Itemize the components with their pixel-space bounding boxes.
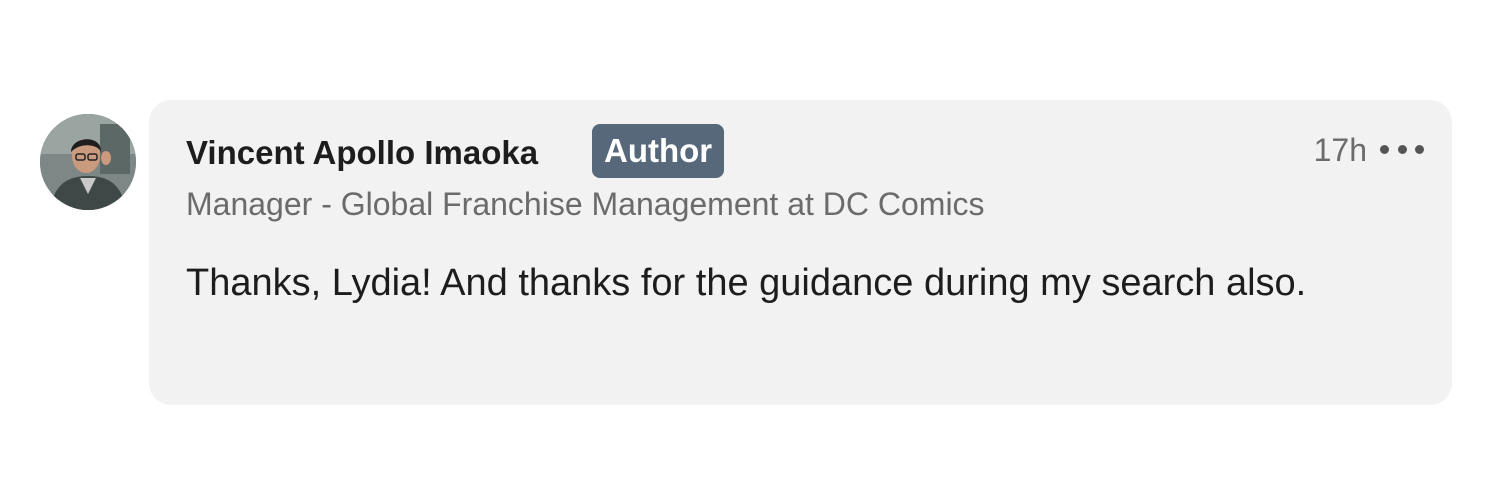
avatar[interactable] (40, 114, 136, 210)
author-badge: Author (592, 124, 725, 178)
comment-item: Vincent Apollo Imaoka Author Manager - G… (0, 0, 1500, 500)
comment-timestamp: 17h (1313, 132, 1367, 168)
profile-photo-icon (40, 114, 136, 210)
comment-text: Thanks, Lydia! And thanks for the guidan… (186, 262, 1307, 304)
dot-icon (1415, 144, 1424, 154)
dot-icon (1397, 144, 1407, 154)
author-headline: Manager - Global Franchise Management at… (186, 186, 985, 222)
author-name[interactable]: Vincent Apollo Imaoka (186, 133, 538, 173)
comment-bubble: Vincent Apollo Imaoka Author Manager - G… (149, 100, 1452, 405)
more-options-icon[interactable] (1380, 136, 1424, 162)
dot-icon (1380, 144, 1389, 154)
